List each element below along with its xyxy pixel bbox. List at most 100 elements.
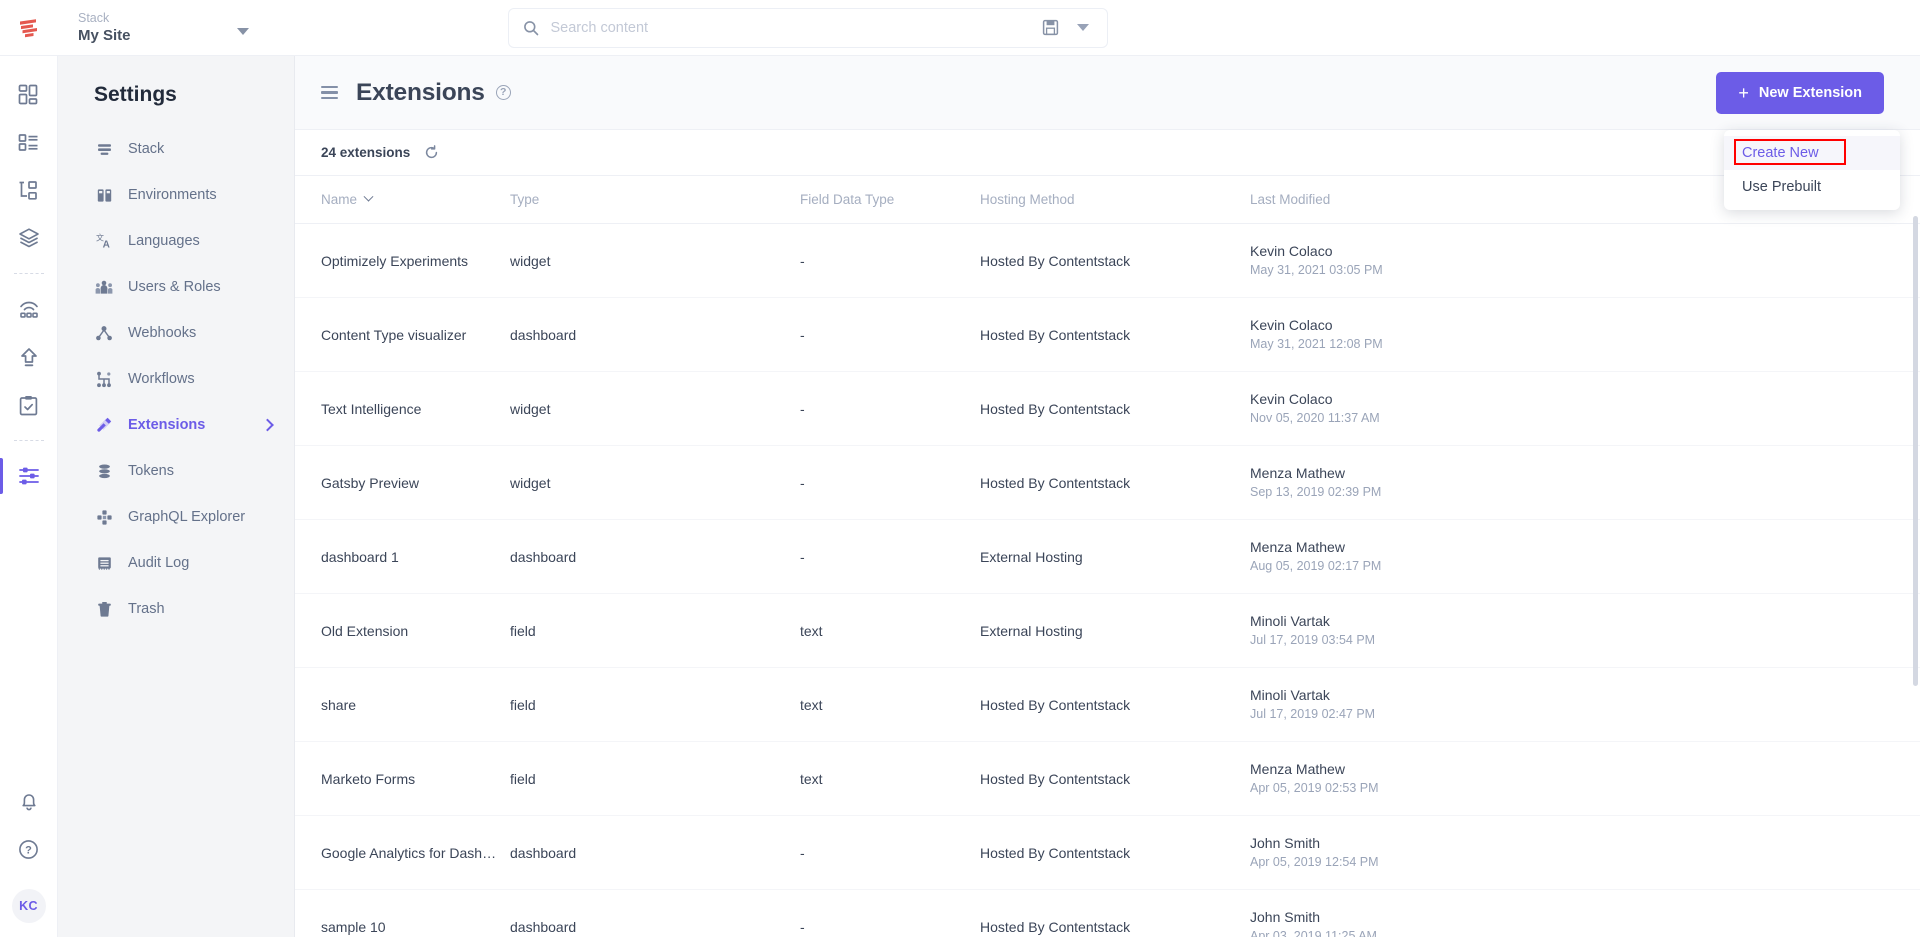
sidebar-item-stack[interactable]: Stack [58,126,294,172]
brand-logo[interactable] [0,0,58,56]
sidebar-item-graphql-explorer[interactable]: GraphQL Explorer [58,494,294,540]
column-header-hosting-method[interactable]: Hosting Method [980,176,1250,224]
cell-name[interactable]: dashboard 1 [295,519,510,594]
table-row[interactable]: Marketo Forms field text Hosted By Contents… [295,741,1920,816]
chevron-down-icon[interactable] [1076,24,1089,31]
dropdown-item-use-prebuilt[interactable]: Use Prebuilt [1724,170,1900,204]
scrollbar-thumb[interactable] [1913,216,1918,686]
cell-name[interactable]: share [295,667,510,742]
table-row[interactable]: dashboard 1 dashboard - External Hosting Men… [295,519,1920,594]
cell-last-modified: Menza Mathew Sep 13, 2019 02:39 PM [1250,445,1920,520]
sidebar-item-extensions[interactable]: Extensions [58,402,294,448]
cell-name[interactable]: Gatsby Preview [295,445,510,520]
column-header-name[interactable]: Name [295,176,510,224]
table-row[interactable]: Gatsby Preview widget - Hosted By Contentst… [295,445,1920,520]
cell-hosting-method: Hosted By Contentstack [980,223,1250,298]
chevron-down-icon[interactable] [363,191,374,202]
table-header-row: Name Type Field Data Type Hosting Method… [295,176,1920,224]
modified-at: May 31, 2021 12:08 PM [1250,337,1383,351]
table-row[interactable]: share field text Hosted By Contentstack Mino… [295,667,1920,742]
rail-item-content-types[interactable] [0,118,58,166]
table-row[interactable]: sample 10 dashboard - Hosted By Contentstac… [295,889,1920,937]
search-actions [1042,19,1093,36]
cell-name[interactable]: Old Extension [295,593,510,668]
cell-name[interactable]: sample 10 [295,889,510,937]
rail-bottom-group: ? KC [0,777,58,937]
refresh-icon[interactable] [424,145,439,160]
sidebar-item-label: Users & Roles [128,279,221,295]
sidebar-item-label: Stack [128,141,165,157]
dropdown-item-label: Create New [1742,145,1819,161]
sidebar-item-workflows[interactable]: Workflows [58,356,294,402]
entries-icon [19,180,37,200]
vertical-scrollbar[interactable] [1913,176,1918,937]
trash-icon [94,599,114,619]
sidebar-item-languages[interactable]: 文 A Languages [58,218,294,264]
help-circle-icon: ? [19,839,38,859]
cell-hosting-method: Hosted By Contentstack [980,889,1250,937]
cell-name[interactable]: Text Intelligence [295,371,510,446]
sidebar-item-trash[interactable]: Trash [58,586,294,632]
search-icon [523,20,538,35]
cell-hosting-method: Hosted By Contentstack [980,667,1250,742]
search-box[interactable] [507,7,1108,48]
cell-name[interactable]: Google Analytics for Dash… [295,815,510,890]
table-head: Name Type Field Data Type Hosting Method… [295,176,1920,224]
stack-selector[interactable]: Stack My Site [58,0,295,56]
extensions-icon [94,415,114,435]
search-input[interactable] [550,19,1030,36]
column-header-type[interactable]: Type [510,176,800,224]
rail-item-settings[interactable] [0,452,58,500]
new-extension-button[interactable]: + New Extension [1716,71,1884,114]
dropdown-item-create-new[interactable]: Create New [1724,136,1900,170]
sidebar-item-label: Workflows [128,371,195,387]
cell-field-data-type: text [800,593,980,668]
sidebar-item-environments[interactable]: Environments [58,172,294,218]
sidebar-item-label: Tokens [128,463,174,479]
dropdown-item-label: Use Prebuilt [1742,179,1821,195]
sidebar-item-webhooks[interactable]: Webhooks [58,310,294,356]
assets-icon [18,228,39,248]
sidebar-item-label: Webhooks [128,325,197,341]
cell-name[interactable]: Optimizely Experiments [295,223,510,298]
top-bar: Stack My Site [0,0,1920,56]
rail-item-entries[interactable] [0,166,58,214]
body: ? KC Settings Stack Environments 文 A Lan… [0,56,1920,937]
hamburger-icon[interactable] [321,85,338,100]
table-row[interactable]: Text Intelligence widget - Hosted By Conten… [295,371,1920,446]
chevron-down-icon[interactable] [237,27,249,35]
stack-name: My Site [78,26,131,44]
page-header: Extensions ? + New Extension [295,56,1920,130]
modified-by: Minoli Vartak [1250,613,1330,629]
chevron-right-icon[interactable] [261,418,274,432]
table-row[interactable]: Old Extension field text External Hosting Mi… [295,593,1920,668]
question-mark-icon[interactable]: ? [495,85,511,100]
modified-at: Jul 17, 2019 02:47 PM [1250,707,1376,721]
table-row[interactable]: Content Type visualizer dashboard - Hosted … [295,297,1920,372]
sidebar-item-tokens[interactable]: Tokens [58,448,294,494]
column-header-field-data-type[interactable]: Field Data Type [800,176,980,224]
rail-item-publish-queue[interactable] [0,285,58,333]
cell-name[interactable]: Marketo Forms [295,741,510,816]
rail-item-assets[interactable] [0,214,58,262]
contentstack-logo-icon [20,18,37,37]
sidebar-item-label: Environments [128,187,217,203]
modified-by: Minoli Vartak [1250,687,1330,703]
table-row[interactable]: Google Analytics for Dash… dashboard - Host… [295,815,1920,890]
table-row[interactable]: Optimizely Experiments widget - Hosted By C… [295,223,1920,298]
avatar[interactable]: KC [11,889,46,923]
rail-item-dashboard[interactable] [0,70,58,118]
modified-at: Apr 05, 2019 12:54 PM [1250,855,1379,869]
modified-at: Aug 05, 2019 02:17 PM [1250,559,1382,573]
cell-hosting-method: Hosted By Contentstack [980,815,1250,890]
rail-item-notifications[interactable] [0,777,58,825]
rail-item-releases[interactable] [0,333,58,381]
rail-item-help[interactable]: ? [0,825,58,873]
rail-item-tasks[interactable] [0,381,58,429]
cell-type: dashboard [510,519,800,594]
sidebar-item-users-roles[interactable]: Users & Roles [58,264,294,310]
cell-name[interactable]: Content Type visualizer [295,297,510,372]
graphql-icon [94,507,114,527]
floppy-disk-icon[interactable] [1042,19,1059,36]
sidebar-item-audit-log[interactable]: Audit Log [58,540,294,586]
